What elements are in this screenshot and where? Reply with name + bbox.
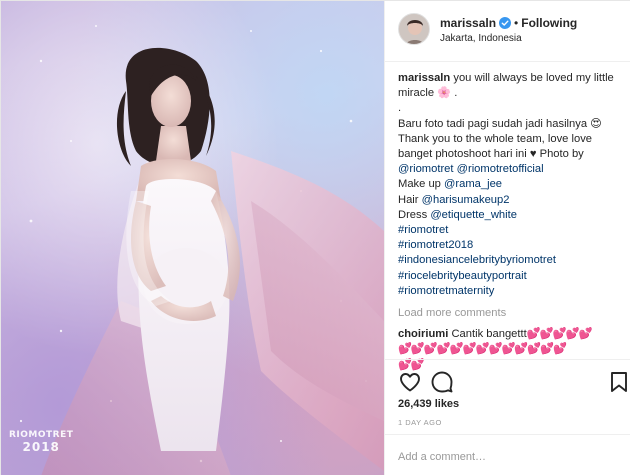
mention-link[interactable]: @rama_jee (444, 178, 502, 190)
caption-dress-label: Dress (398, 208, 431, 221)
caption-line-1: miracle 🌸 . (398, 87, 458, 100)
mention-link[interactable]: @riomotret (398, 163, 454, 175)
caption-makeup: Make up @rama_jee (398, 177, 624, 192)
post-actions: 26,439 likes 1 DAY AGO (385, 359, 630, 434)
load-more-comments-link[interactable]: Load more comments (398, 306, 624, 321)
photo-watermark: RIOMOTRET 2018 (9, 430, 73, 454)
comment-item: choiriumi Cantik bangettt💕💕💕💕💕 (398, 327, 624, 342)
verified-badge-icon (499, 17, 512, 29)
bookmark-icon[interactable] (607, 370, 630, 394)
caption-line-4: Thank you to the whole team, love love (398, 132, 593, 145)
mention-link[interactable]: @riomotretofficial (457, 163, 544, 175)
hashtag-link[interactable]: #indonesiancelebritybyriomotret (398, 253, 624, 268)
heart-icon[interactable] (398, 370, 422, 394)
post-timestamp[interactable]: 1 DAY AGO (398, 418, 442, 427)
mention-link[interactable]: @etiquette_white (430, 209, 517, 221)
caption-hair: Hair @harisumakeup2 (398, 193, 624, 208)
add-comment-bar (385, 434, 630, 475)
header-location[interactable]: Jakarta, Indonesia (440, 33, 522, 44)
following-button[interactable]: Following (521, 16, 577, 30)
comment-hearts-1: 💕💕💕💕💕 (526, 328, 593, 341)
comment-hearts-2: 💕💕💕💕💕💕💕💕💕💕💕💕💕 (398, 343, 567, 356)
hashtag-link[interactable]: #riomotret (398, 223, 624, 238)
caption-line-5: banget photoshoot hari ini ♥ Photo by (398, 148, 584, 161)
caption-hair-label: Hair (398, 193, 422, 206)
avatar[interactable] (398, 13, 430, 45)
caption-line-2: . (398, 102, 402, 115)
caption-line-0: you will always be loved my little (453, 72, 614, 84)
hashtag-link[interactable]: #riocelebritybeautyportrait (398, 269, 624, 284)
comments-section: marissaln you will always be loved my li… (398, 71, 624, 373)
caption-line-3: Baru foto tadi pagi sudah jadi hasilnya … (398, 117, 602, 130)
hashtag-link[interactable]: #riomotretmaternity (398, 284, 624, 299)
caption-first-line: marissaln you will always be loved my li… (398, 71, 624, 86)
mention-link[interactable]: @harisumakeup2 (422, 194, 510, 206)
caption-mentions: @riomotret @riomotretofficial (398, 162, 624, 177)
comment-username[interactable]: choiriumi (398, 328, 448, 340)
header-user-row: marissaln • Following (440, 16, 577, 30)
post-photo[interactable]: RIOMOTRET 2018 (1, 1, 384, 475)
caption-username[interactable]: marissaln (398, 72, 450, 84)
comment-text: Cantik bangettt (451, 328, 527, 341)
caption-makeup-label: Make up (398, 178, 445, 191)
avatar-image (399, 14, 429, 44)
caption-dress: Dress @etiquette_white (398, 208, 624, 223)
hashtag-link[interactable]: #riomotret2018 (398, 238, 624, 253)
watermark-line2: 2018 (22, 439, 60, 454)
instagram-post: RIOMOTRET 2018 marissaln • Following Jakar… (0, 0, 630, 475)
likes-count[interactable]: 26,439 likes (398, 398, 459, 410)
post-header: marissaln • Following Jakarta, Indonesia (385, 1, 630, 62)
comment-input[interactable] (398, 447, 598, 467)
comment-icon[interactable] (430, 370, 454, 394)
post-side-panel: marissaln • Following Jakarta, Indonesia m… (384, 1, 630, 475)
header-username[interactable]: marissaln (440, 16, 496, 30)
photo-illustration (19, 25, 384, 475)
header-separator: • (514, 16, 519, 30)
